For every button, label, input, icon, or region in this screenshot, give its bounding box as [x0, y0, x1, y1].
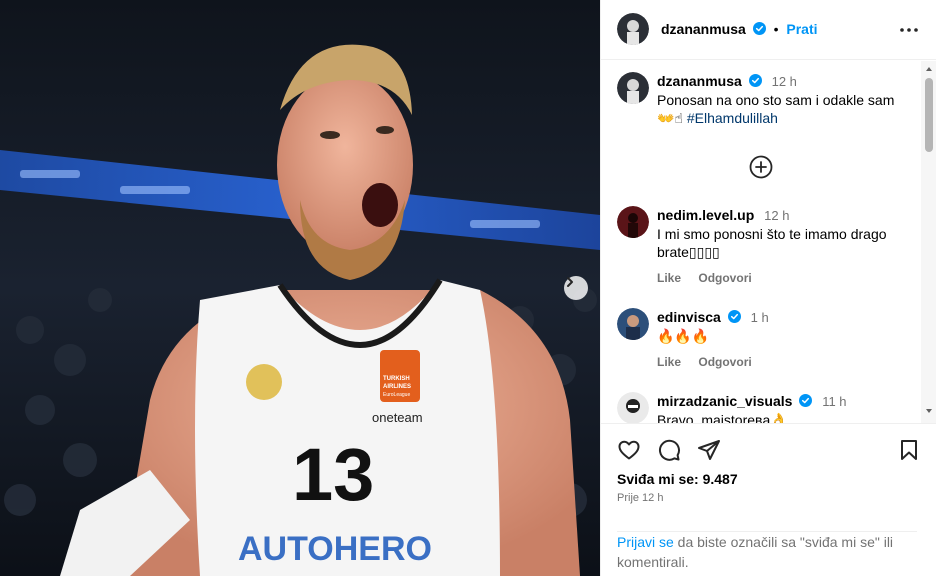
- chevron-right-icon: [567, 277, 573, 287]
- badge-line3: EuroLeague: [383, 392, 410, 398]
- commenter-avatar[interactable]: [617, 308, 649, 340]
- caption-text: Ponosan na ono sto sam i odakle sam: [657, 92, 895, 108]
- comment-like-button[interactable]: Like: [657, 355, 681, 369]
- paper-plane-icon: [698, 440, 720, 460]
- comment-username[interactable]: mirzadzanic_visuals: [657, 393, 792, 409]
- jersey-sponsor: AUTOHERO: [238, 530, 432, 568]
- caption-hashtag[interactable]: #Elhamdulillah: [687, 110, 778, 126]
- verified-badge-icon: [727, 310, 741, 323]
- heart-icon: [618, 440, 640, 460]
- post-side-panel: dzananmusa • Prati dzananmusa 12 h Ponos…: [600, 0, 936, 576]
- caption-emoji: 👐☝: [657, 110, 683, 126]
- comment-bubble-icon: [658, 439, 680, 461]
- jersey-sponsor-small: oneteam: [372, 410, 423, 425]
- post-action-bar: Sviđa mi se: 9.487 Prije 12 h Prijavi se…: [601, 423, 936, 576]
- scroll-up-arrow-icon[interactable]: [925, 65, 933, 73]
- verified-badge-icon: [748, 74, 762, 87]
- verified-badge-icon: [752, 22, 766, 35]
- comment-text: 🔥🔥🔥: [657, 328, 710, 344]
- likes-count[interactable]: Sviđa mi se: 9.487: [617, 471, 738, 487]
- verified-badge-icon: [799, 394, 813, 407]
- comment-username[interactable]: nedim.level.up: [657, 207, 754, 223]
- share-button[interactable]: [697, 438, 721, 462]
- badge-line1: TURKISH: [383, 376, 410, 382]
- commenter-avatar[interactable]: [617, 206, 649, 238]
- badge-line2: AIRLINES: [383, 384, 411, 390]
- avatar-image: [617, 308, 649, 340]
- comment-time[interactable]: 1 h: [751, 310, 769, 325]
- more-options-button[interactable]: [897, 20, 921, 40]
- scroll-down-arrow-icon[interactable]: [925, 407, 933, 415]
- more-horizontal-icon: [900, 28, 918, 32]
- comment-reply-button[interactable]: Odgovori: [698, 271, 751, 285]
- comment-time[interactable]: 12 h: [764, 208, 789, 223]
- commenter-avatar[interactable]: [617, 392, 649, 423]
- author-avatar[interactable]: [617, 13, 649, 45]
- comments-list[interactable]: dzananmusa 12 h Ponosan na ono sto sam i…: [601, 61, 921, 423]
- comments-scrollbar[interactable]: [921, 61, 936, 423]
- comment-like-button[interactable]: Like: [657, 271, 681, 285]
- load-more-comments-button[interactable]: [749, 155, 773, 179]
- login-prompt: Prijavi se da biste označili sa "sviđa m…: [617, 531, 917, 572]
- comment-reply-button[interactable]: Odgovori: [698, 355, 751, 369]
- next-image-button[interactable]: [564, 276, 588, 300]
- post-media[interactable]: 13 oneteam TURKISH AIRLINES EuroLeague A…: [0, 0, 600, 576]
- separator-dot: •: [773, 21, 779, 37]
- plus-circle-icon: [749, 155, 773, 179]
- caption-author-avatar[interactable]: [617, 72, 649, 104]
- scrollbar-thumb[interactable]: [925, 78, 933, 152]
- caption-time[interactable]: 12 h: [772, 74, 797, 89]
- author-username[interactable]: dzananmusa: [661, 21, 746, 37]
- bookmark-icon: [901, 440, 917, 460]
- comment-username[interactable]: edinvisca: [657, 309, 721, 325]
- post-timestamp[interactable]: Prije 12 h: [617, 492, 663, 504]
- caption-username[interactable]: dzananmusa: [657, 73, 742, 89]
- comment-button[interactable]: [657, 438, 681, 462]
- save-button[interactable]: [897, 438, 921, 462]
- login-link[interactable]: Prijavi se: [617, 534, 674, 550]
- comment-text: Bravo, majstoreвa👌: [657, 412, 788, 423]
- avatar-image: [617, 206, 649, 238]
- avatar-image: [617, 392, 649, 423]
- comment-text: I mi smo ponosni što te imamo drago brat…: [657, 226, 887, 260]
- jersey-number: 13: [292, 433, 374, 516]
- avatar-image: [617, 72, 649, 104]
- post-header: dzananmusa • Prati: [601, 0, 936, 60]
- avatar-image: [617, 13, 649, 45]
- comment-time[interactable]: 11 h: [822, 394, 846, 409]
- like-button[interactable]: [617, 438, 641, 462]
- follow-button[interactable]: Prati: [786, 21, 817, 37]
- post-photo: 13 oneteam TURKISH AIRLINES EuroLeague A…: [0, 0, 600, 576]
